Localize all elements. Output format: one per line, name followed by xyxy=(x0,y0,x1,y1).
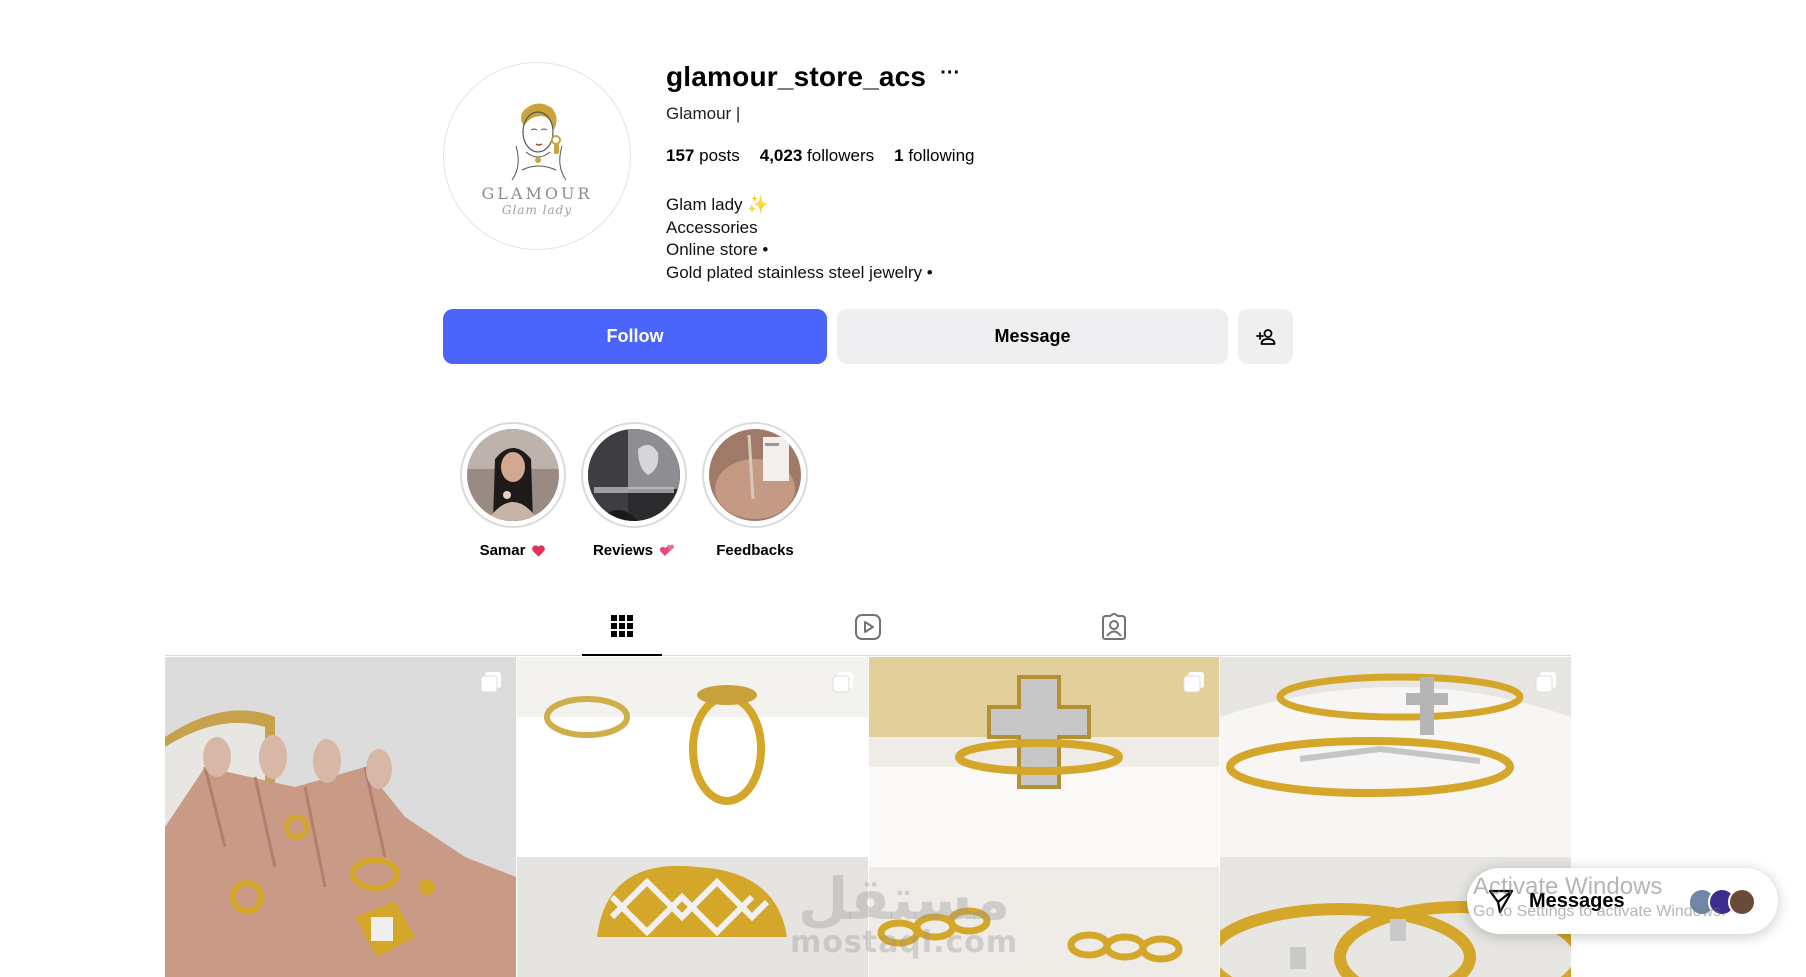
profile-avatar[interactable]: GLAMOUR Glam lady xyxy=(443,62,631,250)
bio-line: Online store • xyxy=(666,240,769,259)
highlight-title: Feedbacks xyxy=(716,542,794,559)
username-row: glamour_store_acs ··· xyxy=(666,61,1286,92)
grid-icon xyxy=(611,615,633,637)
posts-count: 157 xyxy=(666,146,695,165)
avatar xyxy=(1728,888,1756,916)
highlight-reviews[interactable]: Reviews xyxy=(581,422,687,559)
post-image xyxy=(165,657,516,977)
followers-count: 4,023 xyxy=(759,146,803,165)
highlight-cover-image xyxy=(709,429,801,521)
more-options-icon[interactable]: ··· xyxy=(940,63,960,86)
following-count: 1 xyxy=(894,146,904,165)
carousel-icon xyxy=(1183,672,1205,693)
follow-button[interactable]: Follow xyxy=(443,309,827,364)
highlight-cover-image xyxy=(467,429,559,521)
bio-line: Gold plated stainless steel jewelry • xyxy=(666,262,933,282)
post-image xyxy=(516,657,868,977)
profile-stats: 157 posts 4,023 followers 1 following xyxy=(666,146,1286,166)
messages-widget[interactable]: Messages xyxy=(1467,868,1778,934)
posts-stat: 157 posts xyxy=(666,146,740,166)
post-thumbnail[interactable] xyxy=(165,657,516,977)
tab-posts[interactable] xyxy=(582,598,662,656)
posts-grid xyxy=(165,657,1571,977)
bio-line: Glam lady ✨ xyxy=(666,195,769,214)
profile-tabs xyxy=(165,598,1571,656)
heart-icon xyxy=(532,544,546,557)
bio-line: Accessories xyxy=(666,217,758,237)
highlight-label: Feedbacks xyxy=(716,542,794,559)
highlight-label: Reviews xyxy=(593,542,675,559)
two-hearts-icon xyxy=(659,544,674,556)
posts-label: posts xyxy=(699,146,740,165)
following-label: following xyxy=(908,146,975,165)
carousel-icon xyxy=(1535,672,1556,693)
highlight-ring xyxy=(702,422,808,528)
profile-username: glamour_store_acs xyxy=(666,61,927,92)
messages-label: Messages xyxy=(1529,889,1625,912)
tab-tagged[interactable] xyxy=(1074,598,1154,656)
reels-icon xyxy=(855,614,881,640)
highlight-title: Samar xyxy=(479,542,526,559)
profile-bio: Glam lady ✨ Accessories Online store • G… xyxy=(666,194,1286,284)
following-stat[interactable]: 1 following xyxy=(894,146,974,166)
post-thumbnail[interactable] xyxy=(516,657,868,977)
suggest-users-button[interactable] xyxy=(1238,309,1293,364)
highlight-ring xyxy=(581,422,687,528)
messages-avatars xyxy=(1688,888,1756,916)
highlight-samar[interactable]: Samar xyxy=(460,422,566,559)
highlight-feedbacks[interactable]: Feedbacks xyxy=(702,422,808,559)
followers-label: followers xyxy=(807,146,875,165)
avatar-brand-subtext: Glam lady xyxy=(501,202,573,217)
post-image xyxy=(868,657,1220,977)
person-add-icon xyxy=(1255,328,1275,345)
highlight-ring xyxy=(460,422,566,528)
story-highlights: Samar Reviews Feedbacks xyxy=(460,422,808,559)
highlight-label: Samar xyxy=(480,542,547,559)
profile-info: glamour_store_acs ··· Glamour | 157 post… xyxy=(666,61,1286,284)
post-thumbnail[interactable] xyxy=(868,657,1220,977)
avatar-brand-text: GLAMOUR xyxy=(481,183,593,203)
followers-stat[interactable]: 4,023 followers xyxy=(760,146,874,166)
paper-plane-icon xyxy=(1488,889,1514,914)
glamour-logo-illustration xyxy=(511,102,567,180)
highlight-cover-image xyxy=(588,429,680,521)
carousel-icon xyxy=(480,672,501,693)
tagged-icon xyxy=(1102,613,1126,640)
highlight-title: Reviews xyxy=(592,542,654,559)
tab-reels[interactable] xyxy=(828,598,908,656)
carousel-icon xyxy=(832,672,853,693)
profile-full-name: Glamour | xyxy=(666,104,741,123)
message-button[interactable]: Message xyxy=(837,309,1228,364)
profile-actions: Follow Message xyxy=(443,309,1293,364)
